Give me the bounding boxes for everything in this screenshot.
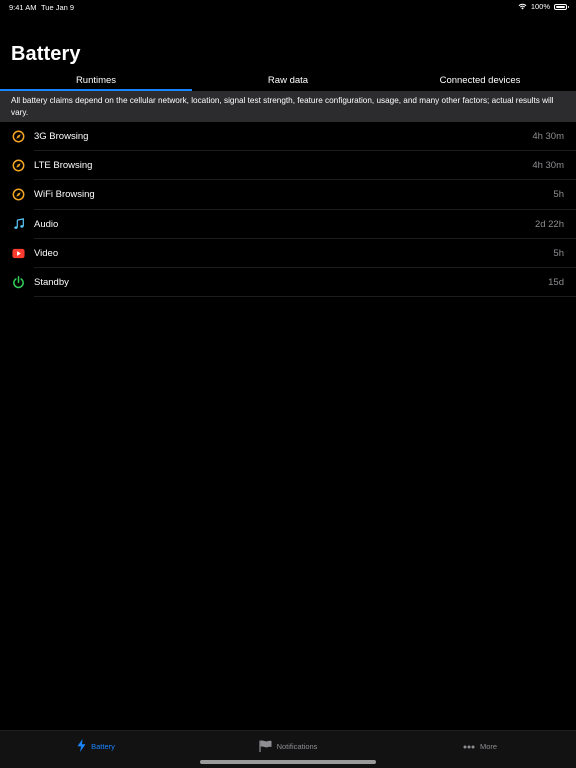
- status-bar: 9:41 AM Tue Jan 9 100%: [0, 0, 576, 14]
- wifi-icon: [518, 3, 527, 10]
- battery-screen: 9:41 AM Tue Jan 9 100% Battery Runtimes …: [0, 0, 576, 768]
- music-note-icon: [12, 218, 25, 231]
- battery-icon: [554, 3, 569, 10]
- video-play-icon: [12, 247, 25, 260]
- home-indicator[interactable]: [200, 760, 376, 764]
- tab-bar-more[interactable]: More: [384, 731, 576, 768]
- row-value: 2d 22h: [534, 218, 564, 230]
- page-title: Battery: [11, 43, 81, 65]
- ellipsis-icon: [463, 742, 475, 751]
- row-label: Audio: [34, 218, 59, 230]
- power-icon: [12, 276, 25, 289]
- row-label: Standby: [34, 277, 69, 289]
- list-item-wifi-browsing[interactable]: WiFi Browsing 5h: [0, 180, 576, 210]
- tab-runtimes[interactable]: Runtimes: [0, 72, 192, 91]
- flag-icon: [258, 740, 272, 754]
- tab-bar-label: More: [479, 742, 498, 751]
- row-value: 5h: [553, 189, 564, 201]
- row-value: 5h: [553, 247, 564, 259]
- status-indicators: 100%: [518, 2, 569, 11]
- compass-icon: [12, 159, 25, 172]
- tab-connected-devices[interactable]: Connected devices: [384, 72, 576, 91]
- status-date: Tue Jan 9: [41, 3, 75, 12]
- bottom-tab-bar: Battery Notifications More: [0, 730, 576, 768]
- segment-tabs: Runtimes Raw data Connected devices: [0, 72, 576, 91]
- bolt-icon: [77, 739, 86, 754]
- row-label: LTE Browsing: [34, 160, 93, 172]
- status-time: 9:41 AM: [9, 3, 37, 12]
- list-item-standby[interactable]: Standby 15d: [0, 268, 576, 298]
- list-item-video[interactable]: Video 5h: [0, 239, 576, 269]
- disclaimer-banner: All battery claims depend on the cellula…: [0, 91, 576, 122]
- tab-raw-data[interactable]: Raw data: [192, 72, 384, 91]
- list-item-3g-browsing[interactable]: 3G Browsing 4h 30m: [0, 122, 576, 152]
- battery-percent: 100%: [530, 2, 550, 11]
- tab-bar-label: Battery: [91, 742, 115, 751]
- tab-bar-battery[interactable]: Battery: [0, 731, 192, 768]
- row-label: 3G Browsing: [34, 131, 89, 143]
- compass-icon: [12, 130, 25, 143]
- row-value: 4h 30m: [532, 131, 564, 143]
- list-item-lte-browsing[interactable]: LTE Browsing 4h 30m: [0, 151, 576, 181]
- row-label: Video: [34, 247, 59, 259]
- row-value: 15d: [548, 277, 564, 289]
- runtime-list: 3G Browsing 4h 30m LTE Browsing 4h 30m W…: [0, 122, 576, 298]
- compass-icon: [12, 188, 25, 201]
- list-item-audio[interactable]: Audio 2d 22h: [0, 210, 576, 239]
- row-label: WiFi Browsing: [34, 189, 95, 201]
- row-value: 4h 30m: [532, 160, 564, 172]
- tab-bar-label: Notifications: [276, 742, 318, 751]
